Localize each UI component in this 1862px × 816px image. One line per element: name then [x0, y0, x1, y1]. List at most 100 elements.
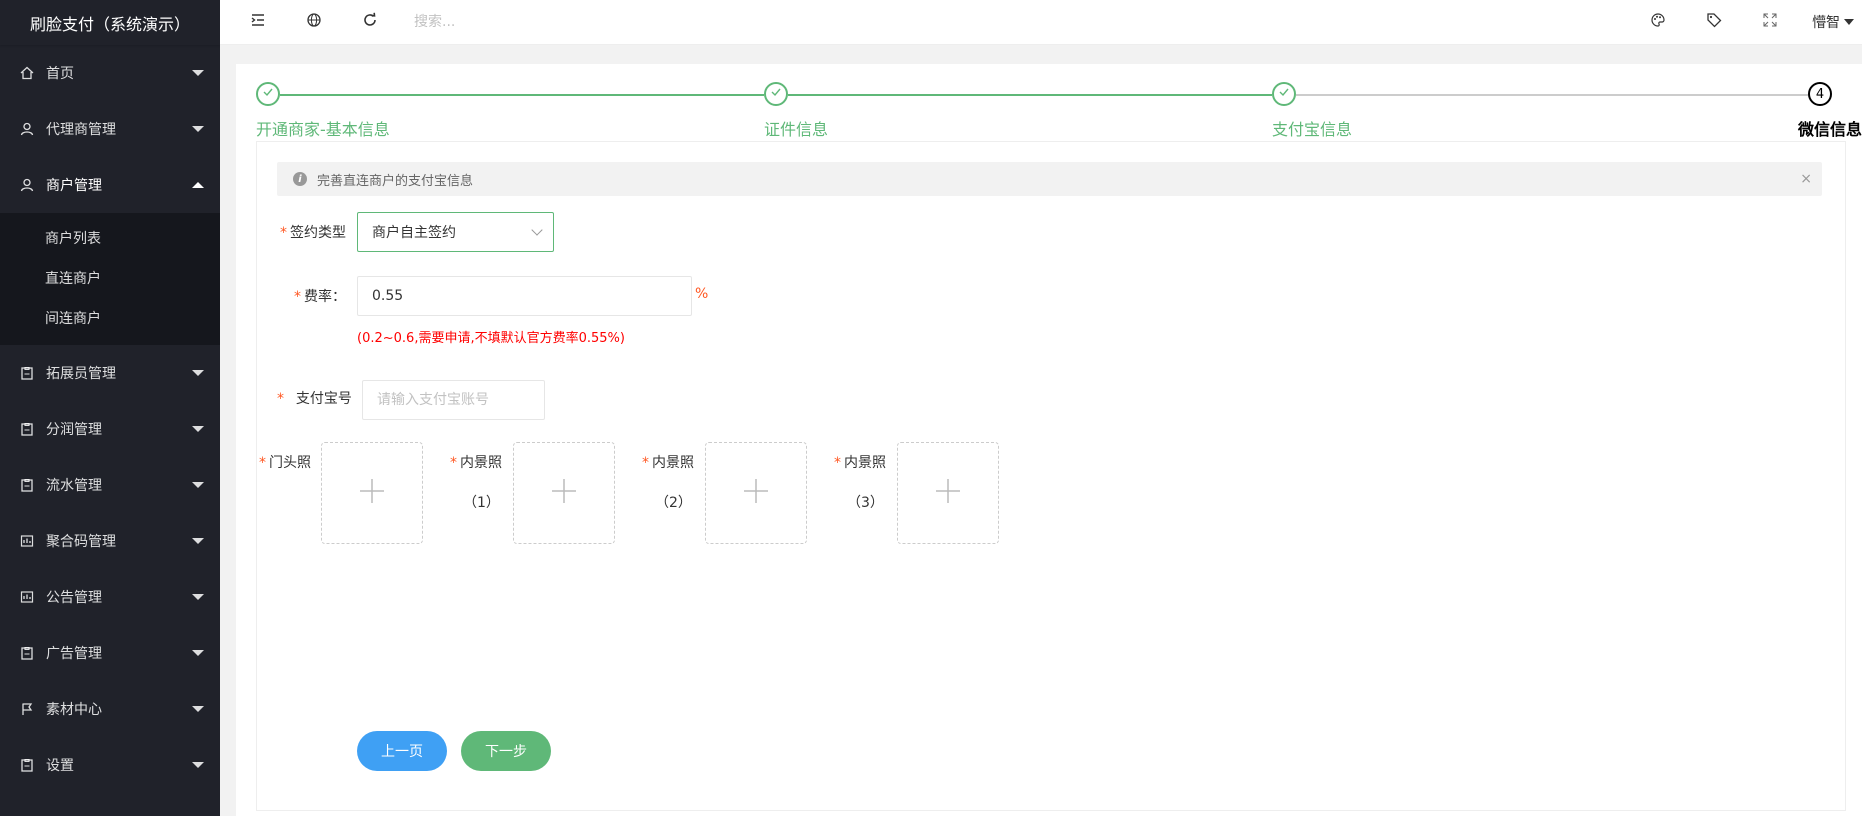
- chevron-down-icon: [192, 650, 204, 656]
- refresh-button[interactable]: [342, 0, 398, 45]
- sidebar-item-expanders[interactable]: 拓展员管理: [0, 345, 220, 401]
- info-icon: i: [293, 172, 307, 186]
- interior-photo-2-upload[interactable]: [705, 442, 807, 544]
- sidebar-item-label: 素材中心: [46, 702, 102, 718]
- step-line-3: [1296, 94, 1808, 96]
- sidebar-subitem-direct-merchants[interactable]: 直连商户: [0, 259, 220, 299]
- sidebar-subitem-indirect-merchants[interactable]: 间连商户: [0, 299, 220, 339]
- rate-input[interactable]: [357, 276, 692, 316]
- sidebar-subitem-merchant-list[interactable]: 商户列表: [0, 219, 220, 259]
- check-icon: [1278, 86, 1290, 102]
- rate-label-text: 费率：: [304, 289, 346, 305]
- interior-photo-2-label: * 内景照: [642, 452, 694, 472]
- sign-type-value: 商户自主签约: [372, 225, 456, 241]
- theme-button[interactable]: [1630, 0, 1686, 45]
- sidebar-item-label: 拓展员管理: [46, 366, 116, 382]
- user-menu[interactable]: 懵智: [1798, 12, 1862, 32]
- sidebar-item-materials[interactable]: 素材中心: [0, 681, 220, 737]
- chevron-down-icon: [192, 70, 204, 76]
- chevron-down-icon: [192, 594, 204, 600]
- sidebar-item-transactions[interactable]: 流水管理: [0, 457, 220, 513]
- fullscreen-button[interactable]: [1742, 0, 1798, 45]
- sign-type-select[interactable]: 商户自主签约: [357, 212, 554, 252]
- chevron-up-icon: [192, 182, 204, 188]
- step-4-number: 4: [1808, 82, 1832, 106]
- sidebar-item-aggregate-code[interactable]: 聚合码管理: [0, 513, 220, 569]
- sidebar-item-label: 公告管理: [46, 590, 102, 606]
- interior-photo-1-upload[interactable]: [513, 442, 615, 544]
- close-icon[interactable]: ×: [1800, 171, 1812, 187]
- sidebar-item-settings[interactable]: 设置: [0, 737, 220, 793]
- palette-icon: [1650, 12, 1666, 32]
- next-step-button[interactable]: 下一步: [461, 731, 551, 771]
- refresh-icon: [362, 12, 378, 32]
- interior-photo-1-label: * 内景照: [450, 452, 502, 472]
- sidebar: 刷脸支付（系统演示） 首页 代理商管理 商户管理 商户列表 直连商户 间连商户 …: [0, 0, 220, 816]
- step-4-title: 微信信息: [1797, 120, 1862, 139]
- sidebar-nav: 首页 代理商管理 商户管理 商户列表 直连商户 间连商户 拓展员管理 分润管理: [0, 45, 220, 793]
- alipay-account-input[interactable]: [362, 380, 545, 420]
- home-icon: [20, 66, 34, 80]
- interior-photo-3-number: （3）: [847, 495, 884, 511]
- sidebar-item-label: 分润管理: [46, 422, 102, 438]
- clipboard-icon: [20, 646, 34, 660]
- chevron-down-icon: [192, 538, 204, 544]
- sidebar-subnav-merchants: 商户列表 直连商户 间连商户: [0, 213, 220, 345]
- required-mark: *: [277, 391, 284, 407]
- user-name: 懵智: [1812, 15, 1840, 31]
- user-icon: [20, 122, 34, 136]
- chart-icon: [20, 534, 34, 548]
- chart-icon: [20, 590, 34, 604]
- app-title: 刷脸支付（系统演示）: [0, 0, 220, 45]
- step-1-check: [256, 82, 280, 106]
- required-mark: *: [294, 289, 301, 305]
- interior-photo-3-upload[interactable]: [897, 442, 999, 544]
- storefront-photo-label: * 门头照: [259, 452, 311, 472]
- menu-fold-icon: [250, 12, 266, 32]
- step-3-title: 支付宝信息: [1272, 120, 1353, 139]
- website-button[interactable]: [286, 0, 342, 45]
- step-1-title: 开通商家-基本信息: [256, 120, 390, 139]
- storefront-photo-upload[interactable]: [321, 442, 423, 544]
- interior-photo-1-number: （1）: [463, 495, 500, 511]
- tag-button[interactable]: [1686, 0, 1742, 45]
- interior-photo-1-label-text: 内景照: [460, 455, 502, 471]
- check-icon: [262, 86, 274, 102]
- chevron-down-icon: [192, 706, 204, 712]
- sidebar-item-label: 首页: [46, 66, 74, 82]
- sidebar-item-announcements[interactable]: 公告管理: [0, 569, 220, 625]
- sidebar-item-merchants[interactable]: 商户管理: [0, 157, 220, 213]
- sidebar-item-ads[interactable]: 广告管理: [0, 625, 220, 681]
- fullscreen-icon: [1763, 13, 1777, 31]
- sidebar-item-agents[interactable]: 代理商管理: [0, 101, 220, 157]
- clipboard-icon: [20, 478, 34, 492]
- interior-photo-2-number: （2）: [655, 495, 692, 511]
- tag-icon: [1706, 12, 1722, 32]
- sign-type-label: * 签约类型: [280, 222, 346, 242]
- step-2-title: 证件信息: [764, 120, 829, 139]
- main-content: 4 开通商家-基本信息 证件信息 支付宝信息 微信信息 i 完善直连商户的支付宝…: [236, 64, 1862, 816]
- search-input[interactable]: [414, 7, 814, 37]
- sidebar-item-label: 商户管理: [46, 178, 102, 194]
- interior-photo-3-label-text: 内景照: [844, 455, 886, 471]
- alipay-account-label-text: 支付宝号: [295, 391, 352, 407]
- info-alert: i 完善直连商户的支付宝信息 ×: [277, 162, 1822, 196]
- plus-icon: [550, 477, 578, 509]
- header-right: 懵智: [1630, 0, 1862, 45]
- rate-hint: (0.2~0.6,需要申请,不填默认官方费率0.55%): [357, 331, 625, 346]
- chevron-down-icon: [192, 426, 204, 432]
- chevron-down-icon: [192, 126, 204, 132]
- prev-page-button[interactable]: 上一页: [357, 731, 447, 771]
- sidebar-item-profit[interactable]: 分润管理: [0, 401, 220, 457]
- chevron-down-icon: [192, 370, 204, 376]
- sidebar-item-label: 广告管理: [46, 646, 102, 662]
- sidebar-item-home[interactable]: 首页: [0, 45, 220, 101]
- plus-icon: [358, 477, 386, 509]
- clipboard-icon: [20, 422, 34, 436]
- sidebar-item-label: 设置: [46, 758, 74, 774]
- menu-toggle-button[interactable]: [230, 0, 286, 45]
- clipboard-icon: [20, 758, 34, 772]
- required-mark: *: [280, 225, 287, 241]
- chevron-down-icon: [192, 762, 204, 768]
- interior-photo-2-label-text: 内景照: [652, 455, 694, 471]
